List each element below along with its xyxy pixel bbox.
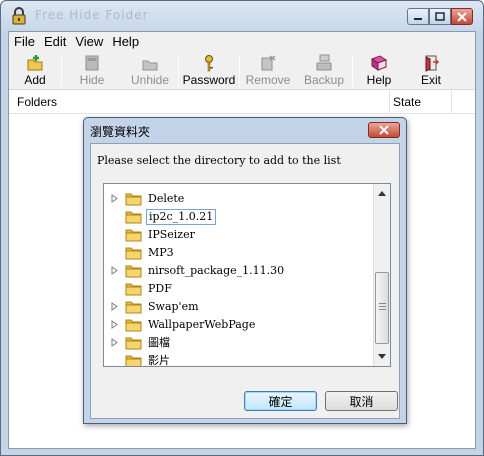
window-title: Free Hide Folder — [35, 8, 149, 22]
folder-tree-label: ip2c_1.0.21 — [146, 209, 217, 225]
expand-arrow-icon[interactable] — [111, 338, 119, 347]
expand-arrow-icon[interactable] — [111, 194, 119, 203]
add-label: Add — [24, 73, 46, 87]
folder-tree-item[interactable]: MP3 — [104, 244, 374, 262]
minimize-button[interactable] — [407, 8, 429, 25]
menu-bar: File Edit View Help — [9, 32, 475, 52]
title-bar[interactable]: Free Hide Folder — [1, 1, 483, 31]
folder-tree-label: nirsoft_package_1.11.30 — [148, 264, 285, 277]
folder-icon — [125, 355, 142, 366]
hide-label: Hide — [79, 73, 105, 87]
folder-tree-label: MP3 — [148, 246, 174, 259]
folder-tree-item[interactable]: 影片 — [104, 352, 374, 367]
password-label: Password — [182, 73, 236, 87]
exit-button[interactable]: Exit — [405, 52, 457, 90]
cancel-button[interactable]: 取消 — [325, 391, 398, 411]
folder-tree-label: 圖檔 — [148, 336, 170, 349]
unhide-label: Unhide — [130, 73, 170, 87]
dialog-title: 瀏覽資料夾 — [90, 125, 151, 139]
unhide-button[interactable]: Unhide — [122, 52, 178, 90]
dialog-body: Please select the directory to add to th… — [90, 143, 400, 419]
expand-arrow-icon[interactable] — [111, 302, 119, 311]
key-icon — [205, 55, 213, 72]
padlock-icon — [9, 6, 29, 26]
expand-arrow-icon[interactable] — [111, 320, 119, 329]
dialog-close-button[interactable] — [368, 122, 400, 138]
column-divider[interactable] — [389, 90, 390, 113]
expand-arrow-icon[interactable] — [111, 266, 119, 275]
remove-button[interactable]: Remove — [240, 52, 296, 90]
backup-icon — [316, 54, 332, 71]
toolbar: Add Hide Unhide Password Remove Backup H… — [9, 52, 475, 90]
scroll-down-button[interactable] — [374, 348, 390, 365]
scroll-down-icon — [378, 354, 386, 359]
help-label: Help — [366, 73, 392, 87]
maximize-button[interactable] — [429, 8, 451, 25]
password-button[interactable]: Password — [179, 52, 239, 90]
dialog-message: Please select the directory to add to th… — [97, 154, 341, 167]
folder-icon — [125, 229, 142, 242]
folder-icon — [125, 319, 142, 332]
folder-tree-item[interactable]: nirsoft_package_1.11.30 — [104, 262, 374, 280]
folder-tree-label: IPSeizer — [148, 228, 195, 241]
folder-tree-item[interactable]: Delete — [104, 190, 374, 208]
add-folder-icon — [27, 55, 43, 71]
folder-tree-item[interactable]: Swap'em — [104, 298, 374, 316]
close-icon — [457, 11, 467, 22]
folder-icon — [125, 211, 142, 224]
folder-icon — [125, 283, 142, 296]
folder-list-header: Folders State — [9, 90, 475, 114]
folder-icon — [125, 193, 142, 206]
folder-tree-item[interactable]: ip2c_1.0.21 — [104, 208, 374, 226]
folder-tree-label: 影片 — [148, 354, 170, 367]
menu-file[interactable]: File — [14, 32, 40, 52]
folder-tree-item[interactable]: IPSeizer — [104, 226, 374, 244]
browse-folder-dialog: 瀏覽資料夾 Please select the directory to add… — [83, 117, 407, 424]
folder-tree-label: Swap'em — [148, 300, 199, 313]
remove-icon — [261, 55, 276, 71]
help-book-icon — [370, 55, 388, 71]
scroll-up-button[interactable] — [374, 185, 390, 202]
unhide-icon — [142, 60, 158, 71]
add-button[interactable]: Add — [9, 52, 61, 90]
ok-button[interactable]: 確定 — [244, 391, 317, 411]
minimize-icon — [414, 17, 422, 20]
exit-door-icon — [425, 55, 440, 72]
hide-icon — [85, 55, 99, 71]
menu-help[interactable]: Help — [112, 32, 144, 52]
column-divider[interactable] — [451, 90, 452, 113]
folder-tree-label: PDF — [148, 282, 172, 295]
backup-label: Backup — [303, 73, 345, 87]
remove-label: Remove — [245, 73, 291, 87]
maximize-icon — [435, 11, 445, 21]
folder-tree-label: WallpaperWebPage — [148, 318, 256, 331]
scroll-up-icon — [378, 191, 386, 196]
help-button[interactable]: Help — [353, 52, 405, 90]
column-folders[interactable]: Folders — [17, 95, 57, 109]
folder-icon — [125, 265, 142, 278]
window-controls — [407, 8, 473, 25]
menu-edit[interactable]: Edit — [44, 32, 71, 52]
close-icon — [379, 125, 389, 135]
vertical-scrollbar[interactable] — [373, 184, 390, 366]
folder-tree-item[interactable]: PDF — [104, 280, 374, 298]
folder-tree-label: Delete — [148, 192, 185, 205]
folder-icon — [125, 301, 142, 314]
folder-tree-item[interactable]: 圖檔 — [104, 334, 374, 352]
scroll-thumb[interactable] — [375, 272, 389, 344]
menu-view[interactable]: View — [75, 32, 108, 52]
folder-icon — [125, 337, 142, 350]
exit-label: Exit — [420, 73, 441, 87]
folder-icon — [125, 247, 142, 260]
folder-tree[interactable]: Delete ip2c_1.0.21 IPSeizer MP3 nirsoft_pack… — [103, 183, 391, 367]
backup-button[interactable]: Backup — [296, 52, 352, 90]
hide-button[interactable]: Hide — [62, 52, 122, 90]
folder-tree-item[interactable]: WallpaperWebPage — [104, 316, 374, 334]
close-button[interactable] — [451, 8, 473, 25]
column-state[interactable]: State — [393, 95, 421, 109]
